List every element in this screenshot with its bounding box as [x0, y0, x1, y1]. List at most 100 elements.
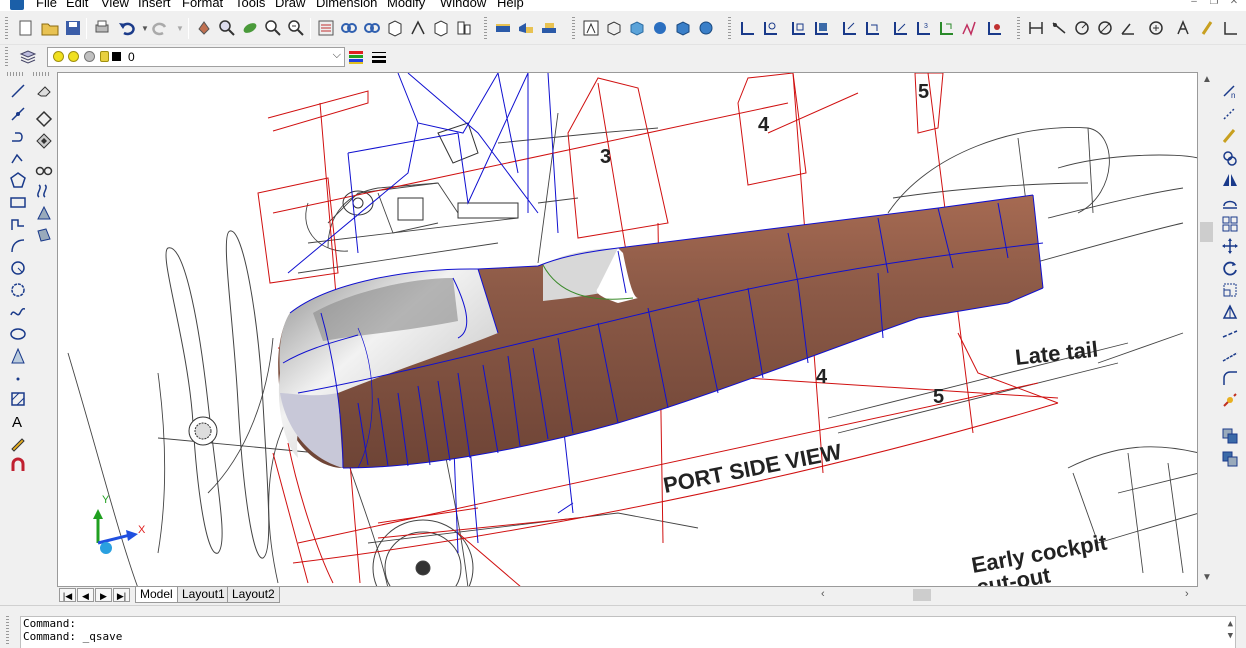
diameter-dimension-icon[interactable] [1096, 19, 1114, 37]
hatch-icon[interactable] [9, 390, 27, 408]
new-file-icon[interactable] [17, 19, 35, 37]
z-axis-ucs-icon[interactable] [937, 19, 955, 37]
flat-shaded-icon[interactable] [651, 19, 669, 37]
polyline-icon[interactable] [9, 127, 27, 145]
tab-layout2[interactable]: Layout2 [227, 587, 280, 603]
block-icon[interactable] [455, 19, 473, 37]
pan-realtime-icon[interactable] [195, 19, 213, 37]
scroll-up-icon[interactable]: ▲ [1202, 74, 1212, 85]
layer-control-dropdown[interactable]: 0 ⌵ [47, 47, 345, 67]
break-icon[interactable] [1221, 325, 1239, 343]
lightbulb-on-icon[interactable] [53, 51, 64, 62]
horizontal-scroll-thumb[interactable] [913, 589, 931, 601]
move-icon[interactable] [1221, 193, 1239, 211]
chevron-down-icon[interactable]: ⌵ [333, 49, 341, 62]
minimize-icon[interactable]: – [1188, 0, 1200, 7]
ucs-previous-icon[interactable] [789, 19, 807, 37]
scroll-right-icon[interactable]: › [1185, 588, 1189, 600]
layer-color-swatch[interactable] [112, 52, 121, 61]
toolbar-grip[interactable] [33, 72, 51, 76]
view-ucs-icon[interactable] [863, 19, 881, 37]
circle-icon[interactable] [9, 259, 27, 277]
named-views-icon[interactable] [517, 19, 535, 37]
revision-cloud-icon[interactable] [9, 281, 27, 299]
scroll-down-icon[interactable]: ▼ [1202, 572, 1212, 583]
zoom-previous-icon[interactable] [264, 19, 282, 37]
shaded-edges-icon[interactable] [697, 19, 715, 37]
toolbar-grip[interactable] [5, 17, 8, 39]
linear-dimension-icon[interactable] [1027, 19, 1045, 37]
dimension-update-icon[interactable] [1222, 19, 1240, 37]
point-icon[interactable] [9, 370, 27, 388]
zoom-realtime-icon[interactable] [218, 19, 236, 37]
redo-icon[interactable] [152, 19, 170, 37]
dimension-text-edit-icon[interactable] [1199, 19, 1217, 37]
explode-icon[interactable] [1221, 391, 1239, 409]
stretch-icon[interactable] [1221, 259, 1239, 277]
menu-draw[interactable]: Draw [275, 0, 305, 10]
sheet-set-icon[interactable] [386, 19, 404, 37]
command-line-grip[interactable] [6, 616, 9, 646]
offset-icon[interactable] [1221, 149, 1239, 167]
tool-palettes-icon[interactable] [363, 19, 381, 37]
menu-help[interactable]: Help [497, 0, 524, 10]
origin-ucs-icon[interactable] [891, 19, 909, 37]
drawing-canvas[interactable]: 3 4 5 4 5 Late tail PORT SIDE VIEW Early… [58, 73, 1198, 587]
join-icon[interactable] [1221, 347, 1239, 365]
lineweight-control-icon[interactable] [370, 48, 388, 66]
draw-order-icon[interactable] [1221, 427, 1239, 445]
open-folder-icon[interactable] [41, 19, 59, 37]
design-center-icon[interactable] [340, 19, 358, 37]
helix-icon[interactable] [9, 215, 27, 233]
markup-icon[interactable] [409, 19, 427, 37]
center-mark-icon[interactable] [1147, 19, 1165, 37]
sun-thaw-icon[interactable] [68, 51, 79, 62]
named-ucs-icon[interactable] [985, 19, 1003, 37]
app-logo-icon[interactable] [10, 0, 24, 10]
draw-order-back-icon[interactable] [1221, 450, 1239, 468]
first-tab-icon[interactable]: |◀ [59, 588, 76, 602]
vertical-scroll-thumb[interactable] [1200, 222, 1213, 242]
table-icon[interactable] [35, 160, 53, 178]
extend-icon[interactable] [1221, 303, 1239, 321]
menu-dimension[interactable]: Dimension [316, 0, 377, 10]
object-ucs-icon[interactable] [840, 19, 858, 37]
array-icon[interactable] [1221, 171, 1239, 189]
angular-dimension-icon[interactable] [1119, 19, 1137, 37]
spline-icon[interactable] [9, 303, 27, 321]
zoom-extents-icon[interactable] [287, 19, 305, 37]
quickcalc-icon[interactable] [432, 19, 450, 37]
rectangle-icon[interactable] [9, 193, 27, 211]
close-icon[interactable]: ✕ [1228, 0, 1240, 7]
zoom-window-icon[interactable] [241, 19, 259, 37]
toolbar-grip[interactable] [1017, 17, 1020, 39]
scroll-left-icon[interactable]: ‹ [821, 588, 825, 600]
menu-file[interactable]: File [36, 0, 57, 10]
3point-ucs-icon[interactable]: 3 [914, 19, 932, 37]
menu-edit[interactable]: Edit [66, 0, 88, 10]
horizontal-scrollbar[interactable]: ‹ › [817, 587, 1197, 603]
3d-wireframe-icon[interactable] [605, 19, 623, 37]
line-icon[interactable] [9, 82, 27, 100]
ucs-icon[interactable] [738, 19, 756, 37]
menu-modify[interactable]: Modify [387, 0, 425, 10]
last-tab-icon[interactable]: ▶| [113, 588, 130, 602]
menu-format[interactable]: Format [182, 0, 223, 10]
restore-icon[interactable]: ❐ [1208, 0, 1220, 7]
arc-icon[interactable] [9, 237, 27, 255]
erase-object-icon[interactable]: n [1221, 82, 1239, 100]
menu-insert[interactable]: Insert [138, 0, 171, 10]
2d-wireframe-icon[interactable] [582, 19, 600, 37]
construction-line-icon[interactable] [9, 105, 27, 123]
fillet-icon[interactable] [1221, 369, 1239, 387]
apply-ucs-icon[interactable] [960, 19, 978, 37]
pencil-icon[interactable] [9, 434, 27, 452]
tab-layout1[interactable]: Layout1 [177, 587, 230, 603]
previous-tab-icon[interactable]: ◀ [77, 588, 94, 602]
multiline-text-icon[interactable]: A [9, 412, 27, 430]
trim-icon[interactable] [1221, 281, 1239, 299]
polygon-icon[interactable] [9, 171, 27, 189]
hidden-icon[interactable] [628, 19, 646, 37]
toolbar-grip[interactable] [5, 47, 8, 67]
rotate-icon[interactable] [1221, 215, 1239, 233]
